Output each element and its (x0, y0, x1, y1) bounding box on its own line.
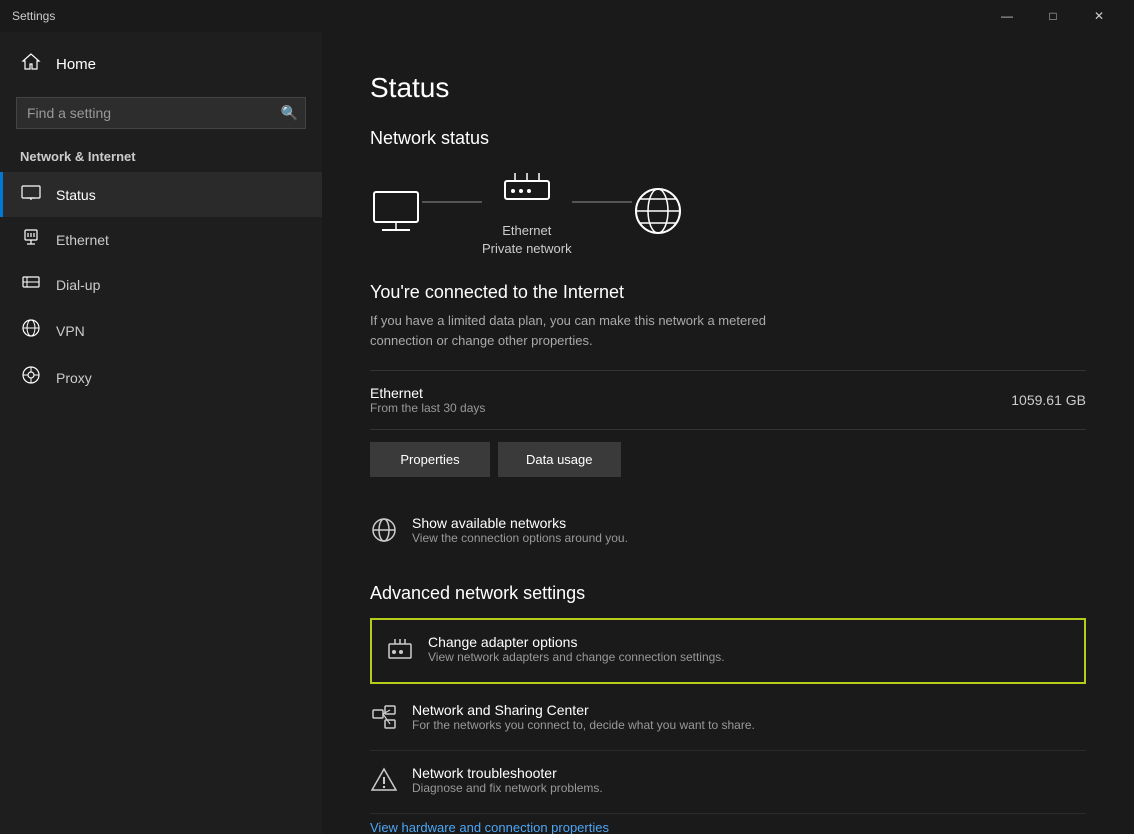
adapter-icon (386, 636, 414, 668)
properties-button[interactable]: Properties (370, 442, 490, 477)
sidebar-item-ethernet[interactable]: Ethernet (0, 217, 322, 262)
titlebar: Settings — □ ✕ (0, 0, 1134, 32)
close-button[interactable]: ✕ (1076, 0, 1122, 32)
proxy-icon (20, 366, 42, 389)
troubleshoot-desc: Diagnose and fix network problems. (412, 781, 603, 795)
minimize-button[interactable]: — (984, 0, 1030, 32)
sharing-icon (370, 704, 398, 736)
diagram-label: Ethernet Private network (482, 222, 572, 258)
sidebar-item-status[interactable]: Status (0, 172, 322, 217)
usage-info: Ethernet From the last 30 days (370, 385, 485, 415)
home-label: Home (56, 56, 96, 73)
vpn-icon (20, 319, 42, 342)
show-networks-desc: View the connection options around you. (412, 531, 628, 545)
sidebar-section-title: Network & Internet (0, 145, 322, 172)
change-adapter-card[interactable]: Change adapter options View network adap… (370, 618, 1086, 684)
status-icon (20, 184, 42, 205)
sidebar-status-label: Status (56, 187, 96, 203)
diagram-internet (632, 185, 684, 242)
usage-amount: 1059.61 GB (1011, 392, 1086, 408)
sidebar-item-proxy[interactable]: Proxy (0, 354, 322, 401)
show-networks-item[interactable]: Show available networks View the connect… (370, 505, 1086, 559)
line1 (422, 201, 482, 203)
diagram-computer (370, 190, 422, 237)
troubleshoot-icon (370, 767, 398, 799)
connection-title: You're connected to the Internet (370, 282, 1086, 303)
ethernet-icon (20, 229, 42, 250)
main-content: Status Network status (322, 32, 1134, 834)
app-title: Settings (12, 9, 55, 23)
diagram-router: Ethernet Private network (482, 169, 572, 258)
sidebar-item-dialup[interactable]: Dial-up (0, 262, 322, 307)
maximize-button[interactable]: □ (1030, 0, 1076, 32)
change-adapter-title: Change adapter options (428, 634, 725, 650)
sharing-text: Network and Sharing Center For the netwo… (412, 702, 755, 732)
troubleshoot-item[interactable]: Network troubleshooter Diagnose and fix … (370, 751, 1086, 814)
data-usage-button[interactable]: Data usage (498, 442, 621, 477)
search-input[interactable] (16, 97, 306, 129)
sharing-desc: For the networks you connect to, decide … (412, 718, 755, 732)
change-adapter-text: Change adapter options View network adap… (428, 634, 725, 664)
usage-card: Ethernet From the last 30 days 1059.61 G… (370, 370, 1086, 430)
troubleshoot-title: Network troubleshooter (412, 765, 603, 781)
dialup-icon (20, 274, 42, 295)
usage-sub: From the last 30 days (370, 401, 485, 415)
network-diagram: Ethernet Private network (370, 169, 1086, 258)
sidebar-search-container: 🔍 (16, 97, 306, 129)
sidebar-item-vpn[interactable]: VPN (0, 307, 322, 354)
networks-icon (370, 517, 398, 549)
home-icon (20, 52, 42, 77)
app-body: Home 🔍 Network & Internet Status (0, 32, 1134, 834)
sidebar-ethernet-label: Ethernet (56, 232, 109, 248)
sharing-center-item[interactable]: Network and Sharing Center For the netwo… (370, 688, 1086, 751)
show-networks-title: Show available networks (412, 515, 628, 531)
globe-icon (632, 185, 684, 242)
show-networks-text: Show available networks View the connect… (412, 515, 628, 545)
search-icon-button[interactable]: 🔍 (281, 105, 298, 122)
sharing-title: Network and Sharing Center (412, 702, 755, 718)
window-controls: — □ ✕ (984, 0, 1122, 32)
sidebar: Home 🔍 Network & Internet Status (0, 32, 322, 834)
sidebar-dialup-label: Dial-up (56, 277, 100, 293)
troubleshoot-text: Network troubleshooter Diagnose and fix … (412, 765, 603, 795)
usage-name: Ethernet (370, 385, 485, 401)
connection-desc: If you have a limited data plan, you can… (370, 311, 790, 350)
line2 (572, 201, 632, 203)
change-adapter-desc: View network adapters and change connect… (428, 650, 725, 664)
sidebar-proxy-label: Proxy (56, 370, 92, 386)
page-title: Status (370, 72, 1086, 104)
advanced-title: Advanced network settings (370, 583, 1086, 604)
view-hardware-link[interactable]: View hardware and connection properties (370, 814, 1086, 834)
action-buttons: Properties Data usage (370, 442, 1086, 477)
sidebar-vpn-label: VPN (56, 323, 85, 339)
sidebar-item-home[interactable]: Home (0, 40, 322, 89)
network-status-title: Network status (370, 128, 1086, 149)
router-icon (501, 169, 553, 216)
computer-icon (370, 190, 422, 237)
